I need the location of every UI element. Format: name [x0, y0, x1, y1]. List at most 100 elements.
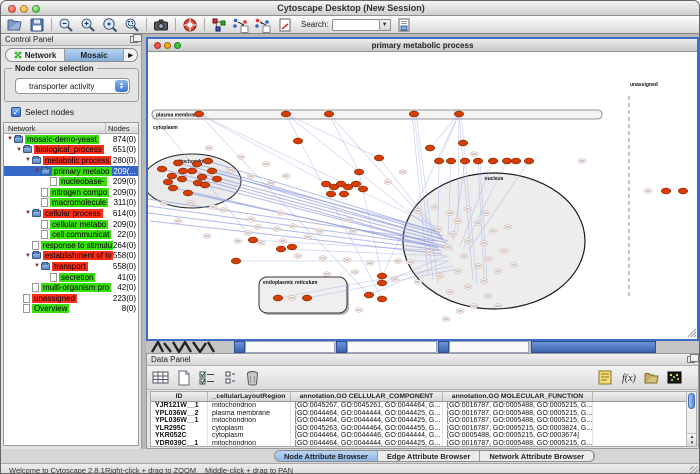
tree-item-nucleobase-[interactable]: nucleobase-209(0): [4, 176, 138, 187]
tree-item-metabolic-process[interactable]: ▼metabolic process280(0): [4, 155, 138, 166]
tab-edge-attribute-browser[interactable]: Edge Attribute Browser: [378, 451, 480, 461]
network-node[interactable]: [248, 237, 258, 243]
open-file-icon[interactable]: [6, 17, 23, 33]
tree-expand-icon[interactable]: ▼: [24, 210, 32, 216]
network-node[interactable]: [454, 111, 464, 117]
background-frame-titlebar[interactable]: [531, 341, 656, 353]
network-node[interactable]: [488, 158, 498, 164]
zoom-out-icon[interactable]: [57, 17, 74, 33]
network-node[interactable]: [377, 273, 387, 279]
network-node[interactable]: [203, 158, 213, 164]
tab-node-attribute-browser[interactable]: Node Attribute Browser: [275, 451, 378, 461]
window-titlebar[interactable]: Cytoscape Desktop (New Session): [1, 1, 700, 16]
zoom-fit-icon[interactable]: [101, 17, 118, 33]
tree-item-establishment-of-lo[interactable]: ▼establishment of lo558(0): [4, 251, 138, 262]
zoom-in-icon[interactable]: [79, 17, 96, 33]
tree-item-transport[interactable]: ▼transport558(0): [4, 261, 138, 272]
search-input[interactable]: [332, 19, 380, 31]
network-node[interactable]: [511, 158, 521, 164]
trash-icon[interactable]: [243, 368, 262, 387]
attribute-table-header[interactable]: ID_cellularLayoutRegionannotation.GO CEL…: [151, 392, 696, 402]
network-node[interactable]: [358, 186, 368, 192]
network-node[interactable]: [458, 140, 468, 146]
table-row[interactable]: YPL036W__1mitochondrion[GO:0044464, GO:0…: [151, 417, 696, 425]
network-node[interactable]: [524, 158, 534, 164]
tree-item-macromolecule[interactable]: macromolecule311(0): [4, 198, 138, 209]
table-row[interactable]: YPL036W__2plasma membrane[GO:0044464, GO…: [151, 410, 696, 418]
save-icon[interactable]: [28, 17, 45, 33]
network-node[interactable]: [293, 138, 303, 144]
help-lifering-icon[interactable]: [181, 17, 198, 33]
background-frame-edge[interactable]: [336, 341, 347, 353]
network-node[interactable]: [434, 158, 444, 164]
table-scrollbar[interactable]: ▲▼: [686, 392, 696, 446]
network-node[interactable]: [173, 160, 183, 166]
search-options-icon[interactable]: [396, 17, 413, 33]
network-node[interactable]: [351, 181, 361, 187]
background-frame-edge[interactable]: [234, 341, 245, 353]
background-frame-canvas[interactable]: [245, 341, 335, 353]
network-node[interactable]: [302, 295, 312, 301]
network-node[interactable]: [276, 246, 286, 252]
vizmapper-icon[interactable]: [210, 17, 227, 33]
table-row[interactable]: YKR052Ccytoplasm[GO:0044464, GO:0044446,…: [151, 432, 696, 440]
tree-expand-icon[interactable]: ▼: [24, 157, 32, 163]
network-node[interactable]: [168, 185, 178, 191]
scrollbar-thumb[interactable]: [688, 393, 695, 409]
network-node[interactable]: [212, 176, 222, 182]
tree-item-cellular-metabo[interactable]: cellular metabo209(0): [4, 219, 138, 230]
background-frame-canvas[interactable]: [449, 341, 529, 353]
network-node[interactable]: [324, 111, 334, 117]
network-node[interactable]: [425, 145, 435, 151]
network-node[interactable]: [364, 292, 374, 298]
tree-item-secretion[interactable]: secretion41(0): [4, 272, 138, 283]
scrollbar-arrows-icon[interactable]: ▲▼: [687, 433, 697, 446]
delete-attributes-icon[interactable]: [197, 368, 216, 387]
node-color-dropdown[interactable]: transporter activity ▲▼: [15, 78, 130, 94]
network-node[interactable]: [339, 191, 349, 197]
tree-item-primary-metabo[interactable]: ▼primary metabo209(...: [4, 166, 138, 177]
tree-item-multi-organism-pro[interactable]: multi-organism pro42(0): [4, 282, 138, 293]
network-node[interactable]: [192, 161, 202, 167]
tree-item-mosaic-demo-yeast[interactable]: ▼mosaic-demo-yeast874(0): [4, 134, 138, 145]
canvas-resize-grip[interactable]: [688, 329, 696, 337]
network-node[interactable]: [460, 158, 470, 164]
network-node[interactable]: [231, 258, 241, 264]
table-row[interactable]: YLR295Ccytoplasm[GO:0045263, GO:0044464,…: [151, 425, 696, 433]
select-attributes-icon[interactable]: [151, 368, 170, 387]
tab-overflow-arrow-icon[interactable]: ▶: [124, 49, 137, 61]
network-node[interactable]: [163, 179, 173, 185]
tree-expand-icon[interactable]: ▼: [6, 136, 14, 142]
zoom-selected-icon[interactable]: [123, 17, 140, 33]
network-node[interactable]: [273, 295, 283, 301]
network-node[interactable]: [502, 158, 512, 164]
column-header[interactable]: annotation.GO MOLECULAR_FUNCTION: [443, 392, 593, 401]
formula-builder-icon[interactable]: f(x): [619, 368, 638, 387]
background-frame-edge[interactable]: [438, 341, 449, 353]
tree-item-biological-process[interactable]: ▼biological_process651(0): [4, 145, 138, 156]
network-node[interactable]: [377, 296, 387, 302]
snapshot-camera-icon[interactable]: [152, 17, 169, 33]
window-resize-grip[interactable]: [690, 466, 700, 474]
network-node[interactable]: [167, 173, 177, 179]
tree-item-cell-communicat[interactable]: cell communicat22(0): [4, 229, 138, 240]
network-node[interactable]: [409, 111, 419, 117]
network-node[interactable]: [354, 169, 364, 175]
create-attribute-icon[interactable]: [174, 368, 193, 387]
column-header[interactable]: ID: [151, 392, 208, 401]
set-attribute-icon[interactable]: [220, 368, 239, 387]
copy-layout-icon[interactable]: [232, 17, 249, 33]
paste-layout-icon[interactable]: [254, 17, 271, 33]
tree-expand-icon[interactable]: ▼: [33, 263, 41, 269]
select-nodes-checkbox[interactable]: ✓: [11, 107, 21, 117]
network-node[interactable]: [200, 182, 210, 188]
network-node[interactable]: [187, 168, 197, 174]
column-header[interactable]: annotation.GO CELLULAR_COMPONENT: [291, 392, 443, 401]
tree-expand-icon[interactable]: ▼: [33, 168, 41, 174]
tree-expand-icon[interactable]: ▼: [24, 253, 32, 259]
background-frame-canvas[interactable]: [347, 341, 437, 353]
float-panel-icon[interactable]: [130, 36, 138, 43]
network-node[interactable]: [326, 191, 336, 197]
network-canvas[interactable]: plasma membranecytoplasmmitochondrionnuc…: [148, 52, 697, 339]
import-attributes-icon[interactable]: [642, 368, 661, 387]
